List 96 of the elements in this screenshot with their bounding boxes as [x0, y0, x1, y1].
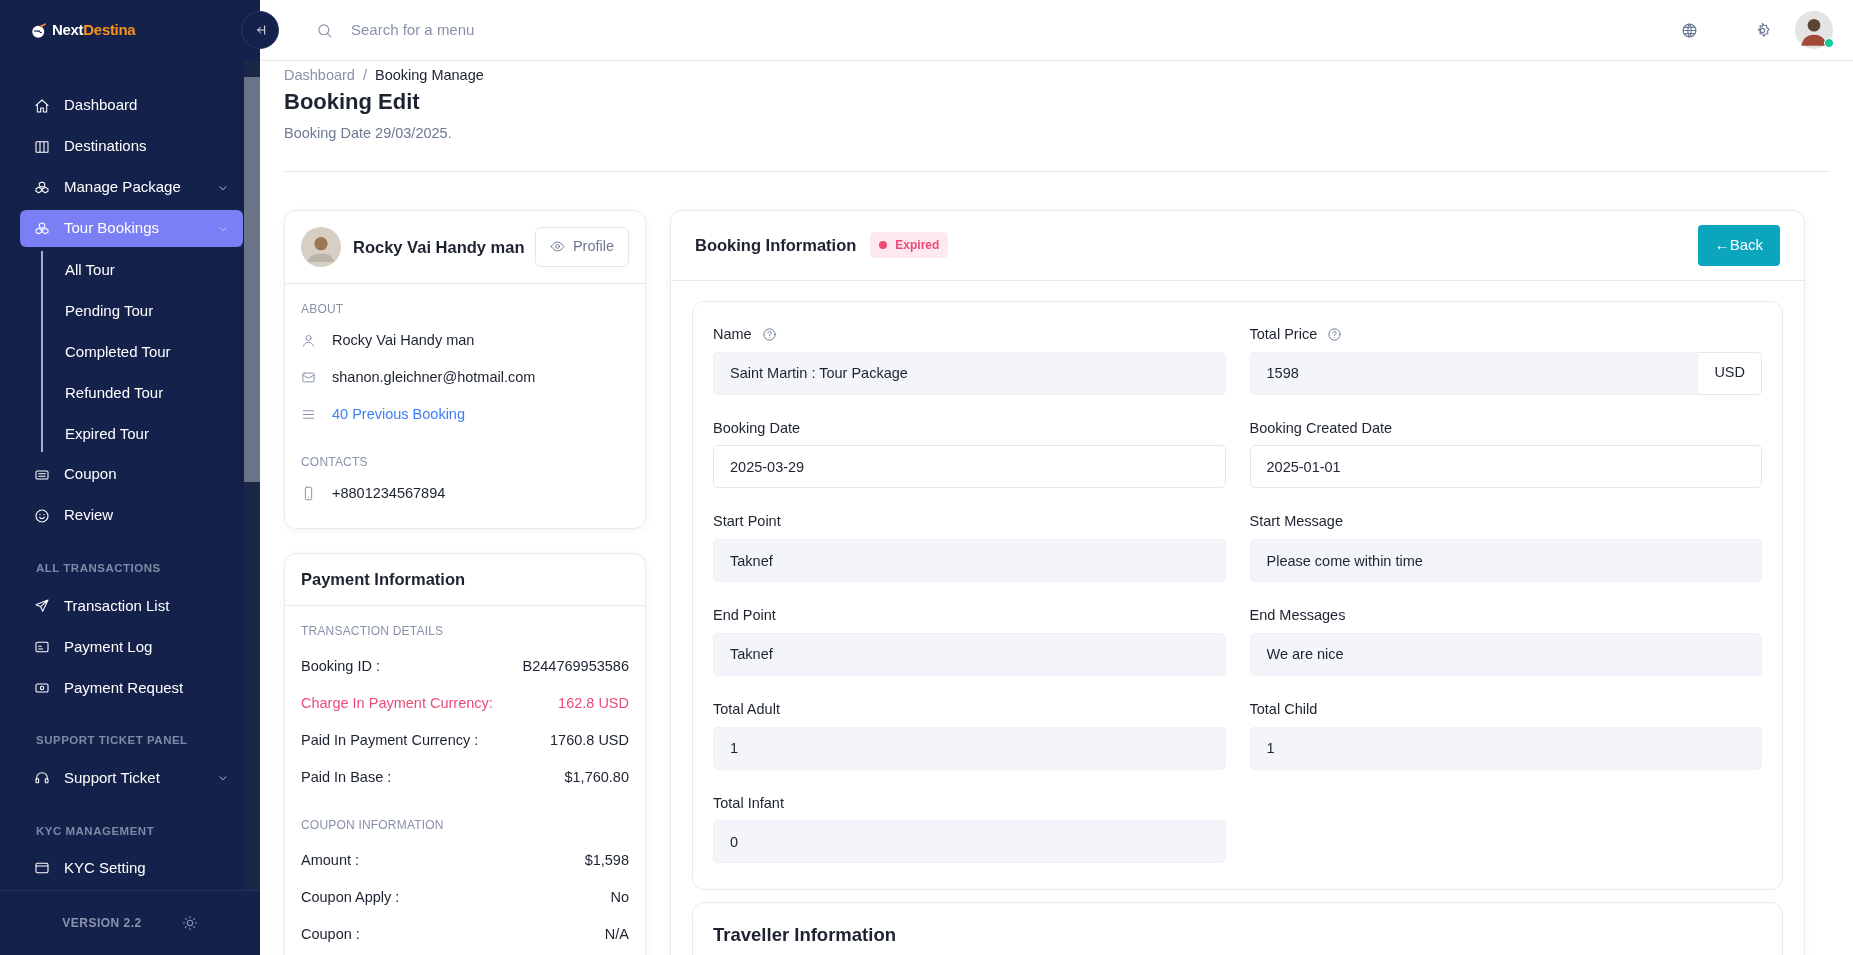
- status-badge: Expired: [870, 232, 949, 259]
- text-field[interactable]: 1598: [1249, 351, 1699, 395]
- user-avatar[interactable]: [1795, 11, 1833, 49]
- sidebar-item[interactable]: Transaction List: [20, 587, 243, 625]
- text-field[interactable]: 1: [713, 726, 1226, 770]
- submenu-item[interactable]: Expired Tour: [43, 415, 243, 452]
- section-heading: CONTACTS: [301, 453, 369, 471]
- text-field[interactable]: 0: [713, 820, 1226, 864]
- customer-name: Rocky Vai Handy man: [332, 330, 475, 350]
- boxes-icon: [34, 220, 50, 237]
- field-label: Total Price: [1249, 324, 1318, 344]
- detail-value: 162.8 USD: [558, 693, 629, 713]
- submenu-item[interactable]: Pending Tour: [43, 292, 243, 329]
- sidebar-item[interactable]: Coupon: [20, 456, 243, 493]
- detail-label: Coupon :: [301, 924, 360, 944]
- sidebar-item[interactable]: Destinations: [20, 128, 243, 165]
- version-label: VERSION 2.2: [62, 915, 142, 932]
- detail-label: Paid In Payment Currency :: [301, 730, 479, 750]
- text-field[interactable]: 2025-01-01: [1249, 445, 1762, 489]
- collapse-sidebar-button[interactable]: [241, 11, 279, 49]
- sidebar-item[interactable]: Support Ticket: [20, 759, 243, 797]
- field-label: Booking Date: [713, 418, 801, 438]
- help-icon[interactable]: [1327, 327, 1343, 343]
- section-heading: ABOUT: [301, 300, 345, 318]
- field-label: Start Message: [1249, 512, 1343, 532]
- field-label: Booking Created Date: [1249, 418, 1393, 438]
- field-label: Start Point: [713, 512, 781, 532]
- help-icon[interactable]: [761, 327, 777, 343]
- text-field[interactable]: Please come within time: [1249, 539, 1762, 583]
- field-label: End Point: [713, 606, 776, 626]
- scrollbar[interactable]: [244, 61, 260, 890]
- boxes-icon: [34, 179, 50, 196]
- detail-value: No: [610, 887, 629, 907]
- sun-icon[interactable]: [181, 915, 198, 931]
- house-icon: [34, 97, 50, 114]
- submenu-item[interactable]: All Tour: [43, 251, 243, 288]
- person-icon: [301, 332, 316, 348]
- detail-label: Paid In Base :: [301, 767, 392, 787]
- detail-value: N/A: [604, 924, 629, 944]
- sidebar-item[interactable]: Review: [20, 497, 243, 534]
- eye-icon: [549, 239, 565, 255]
- field-label: Total Infant: [713, 793, 784, 813]
- headset-icon: [34, 770, 50, 786]
- field-label: Total Child: [1249, 699, 1318, 719]
- detail-value: 1760.8 USD: [550, 730, 629, 750]
- paper-plane-icon: [34, 597, 50, 614]
- section-heading: TRANSACTION DETAILS: [301, 622, 445, 640]
- text-field[interactable]: Saint Martin : Tour Package: [713, 351, 1226, 395]
- envelope-icon: [301, 369, 316, 385]
- section-heading: SUPPORT TICKET PANEL: [36, 733, 189, 749]
- person-silhouette-icon: [301, 226, 341, 267]
- page-title: Booking Edit: [284, 88, 421, 116]
- card-title: Booking Information: [695, 235, 857, 256]
- text-field[interactable]: We are nice: [1249, 632, 1762, 676]
- sidebar-item[interactable]: Payment Log: [20, 628, 243, 666]
- detail-label: Amount :: [301, 850, 360, 870]
- breadcrumb-separator: /: [362, 66, 367, 85]
- breadcrumb-current: Booking Manage: [374, 66, 484, 85]
- field-label: Name: [713, 324, 752, 344]
- search-icon: [316, 21, 333, 39]
- sidebar-item[interactable]: Manage Package: [20, 169, 243, 206]
- map-icon: [34, 138, 50, 155]
- field-label: Total Adult: [713, 699, 780, 719]
- panel-title: Traveller Information: [713, 923, 897, 948]
- detail-value: B244769953586: [522, 656, 629, 676]
- detail-value: $1,598: [584, 850, 629, 870]
- globe-logo-icon: [30, 21, 48, 40]
- submenu-item[interactable]: Completed Tour: [43, 333, 243, 370]
- section-heading: ALL TRANSACTIONS: [36, 561, 162, 576]
- brand-name: NextDestina: [52, 20, 136, 41]
- sidebar-item[interactable]: Payment Request: [20, 669, 243, 707]
- detail-label: Coupon Apply :: [301, 887, 400, 907]
- page-subtitle: Booking Date 29/03/2025.: [284, 124, 453, 144]
- detail-value: $1,760.80: [564, 767, 629, 787]
- customer-name: Rocky Vai Handy man: [353, 236, 526, 258]
- search-field[interactable]: Search for a menu: [316, 17, 1681, 43]
- sidebar-item[interactable]: KYC Setting: [20, 849, 243, 887]
- text-field[interactable]: Taknef: [713, 632, 1226, 676]
- currency-addon: USD: [1698, 351, 1762, 395]
- detail-label: Charge In Payment Currency:: [301, 693, 493, 713]
- globe-icon[interactable]: [1681, 21, 1698, 39]
- profile-button[interactable]: Profile: [534, 227, 629, 267]
- text-field[interactable]: Taknef: [713, 539, 1226, 583]
- field-label: End Messages: [1249, 606, 1346, 626]
- phone-number: +8801234567894: [332, 483, 446, 503]
- sidebar-item[interactable]: Dashboard: [20, 87, 243, 124]
- submenu-item[interactable]: Refunded Tour: [43, 374, 243, 411]
- previous-bookings-link[interactable]: 40 Previous Booking: [332, 403, 465, 426]
- detail-label: Booking ID :: [301, 656, 380, 676]
- email-text: shanon.gleichner@hotmail.com: [332, 367, 536, 387]
- smiley-icon: [34, 507, 50, 524]
- card-title: Payment Information: [301, 569, 466, 590]
- text-field[interactable]: 1: [1249, 726, 1762, 770]
- text-field[interactable]: 2025-03-29: [713, 445, 1226, 489]
- section-heading: KYC MANAGEMENT: [36, 823, 156, 839]
- section-heading: COUPON INFORMATION: [301, 816, 445, 834]
